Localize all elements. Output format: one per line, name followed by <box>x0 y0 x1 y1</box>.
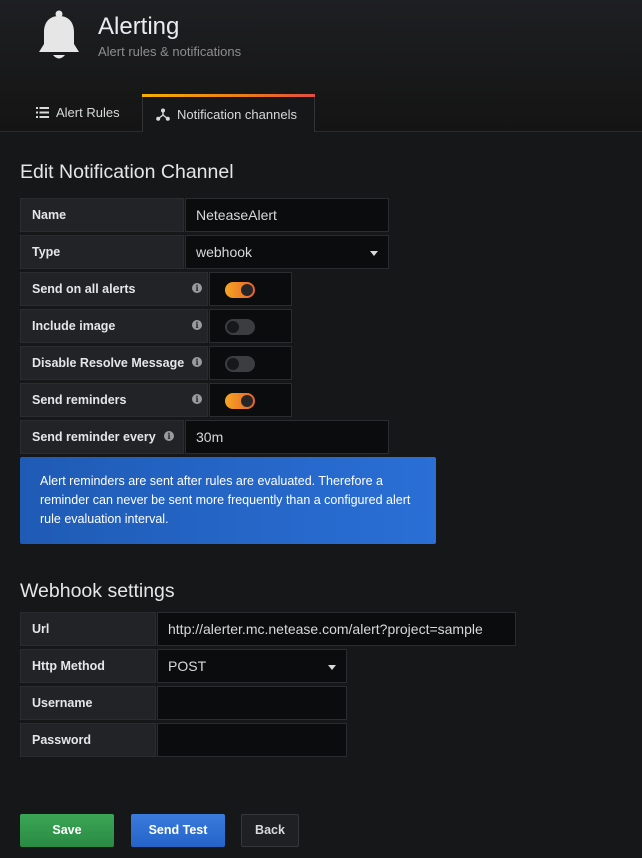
http-method-value: POST <box>168 658 207 674</box>
send-all-alerts-label: Send on all alerts <box>20 272 208 306</box>
include-image-toggle[interactable] <box>225 319 255 335</box>
username-input[interactable] <box>157 686 347 720</box>
info-icon[interactable]: i <box>192 320 202 330</box>
send-reminders-label: Send reminders <box>20 383 208 417</box>
url-input[interactable]: http://alerter.mc.netease.com/alert?proj… <box>157 612 516 646</box>
name-label: Name <box>20 198 184 232</box>
tab-notification-channels[interactable]: Notification channels <box>142 94 315 132</box>
page-header: Alerting Alert rules & notifications Ale… <box>0 0 642 132</box>
send-reminders-toggle[interactable] <box>225 393 255 409</box>
password-input[interactable] <box>157 723 347 757</box>
send-test-button[interactable]: Send Test <box>131 814 225 847</box>
name-input[interactable]: NeteaseAlert <box>185 198 389 232</box>
save-button[interactable]: Save <box>20 814 114 847</box>
send-reminders-toggle-box <box>209 383 292 417</box>
back-button[interactable]: Back <box>241 814 299 847</box>
include-image-label: Include image <box>20 309 208 343</box>
type-select-value: webhook <box>196 244 253 260</box>
tab-alert-rules[interactable]: Alert Rules <box>22 94 134 131</box>
type-label: Type <box>20 235 184 269</box>
disable-resolve-toggle[interactable] <box>225 356 255 372</box>
tab-label: Notification channels <box>177 106 297 122</box>
page-title: Alerting <box>98 13 180 40</box>
bell-icon <box>39 10 79 59</box>
password-label: Password <box>20 723 156 757</box>
disable-resolve-toggle-box <box>209 346 292 380</box>
list-icon <box>36 107 49 118</box>
tab-label: Alert Rules <box>56 105 120 120</box>
share-nodes-icon <box>156 108 170 121</box>
chevron-down-icon <box>370 251 378 256</box>
reminder-every-input[interactable]: 30m <box>185 420 389 454</box>
info-icon[interactable]: i <box>192 394 202 404</box>
url-label: Url <box>20 612 156 646</box>
http-method-select[interactable]: POST <box>157 649 347 683</box>
reminder-info-box: Alert reminders are sent after rules are… <box>20 457 436 544</box>
info-icon[interactable]: i <box>192 283 202 293</box>
edit-channel-title: Edit Notification Channel <box>20 161 234 183</box>
disable-resolve-label: Disable Resolve Message <box>20 346 208 380</box>
include-image-toggle-box <box>209 309 292 343</box>
reminder-every-label: Send reminder every <box>20 420 184 454</box>
username-label: Username <box>20 686 156 720</box>
type-select[interactable]: webhook <box>185 235 389 269</box>
page-subtitle: Alert rules & notifications <box>98 44 242 59</box>
info-icon[interactable]: i <box>164 431 174 441</box>
chevron-down-icon <box>328 665 336 670</box>
http-method-label: Http Method <box>20 649 156 683</box>
send-all-alerts-toggle[interactable] <box>225 282 255 298</box>
send-all-alerts-toggle-box <box>209 272 292 306</box>
webhook-settings-title: Webhook settings <box>20 580 175 602</box>
info-icon[interactable]: i <box>192 357 202 367</box>
